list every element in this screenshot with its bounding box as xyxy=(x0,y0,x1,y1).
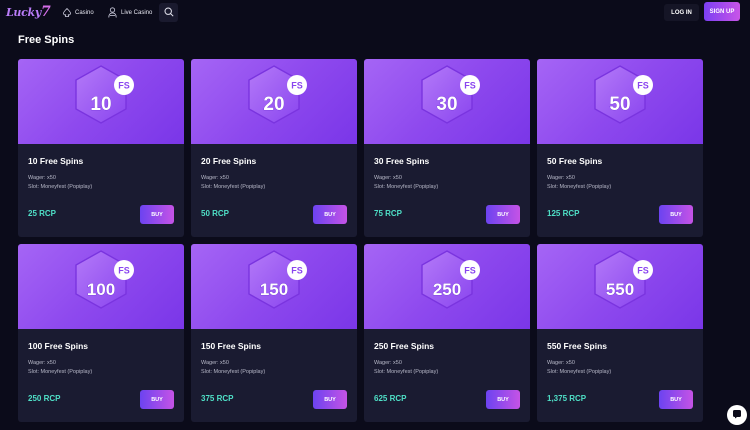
card-image: 100 FS xyxy=(18,244,184,329)
card-amount: 100 xyxy=(87,280,115,299)
fs-hexagon-graphic: 20 FS xyxy=(248,65,307,124)
card-slot: Slot: Moneyfest (Popiplay) xyxy=(547,369,612,375)
fs-hexagon-graphic: 100 FS xyxy=(75,250,134,309)
fs-badge-label: FS xyxy=(464,266,476,276)
free-spins-card[interactable]: 20 FS 20 Free Spins Wager: x50 Slot: Mon… xyxy=(191,59,357,237)
card-amount: 50 xyxy=(609,94,630,115)
card-slot: Slot: Moneyfest (Popiplay) xyxy=(374,369,439,375)
free-spins-card[interactable]: 50 FS 50 Free Spins Wager: x50 Slot: Mon… xyxy=(537,59,703,237)
card-title: 30 Free Spins xyxy=(374,156,430,166)
fs-badge-label: FS xyxy=(291,81,303,91)
fs-badge-label: FS xyxy=(291,266,303,276)
nav-live-casino-label: Live Casino xyxy=(121,9,153,16)
signup-button[interactable]: SIGN UP xyxy=(704,2,740,21)
card-amount: 550 xyxy=(606,280,634,299)
card-title: 20 Free Spins xyxy=(201,156,257,166)
card-title: 10 Free Spins xyxy=(28,156,84,166)
card-image: 550 FS xyxy=(537,244,703,329)
card-price: 375 RCP xyxy=(201,394,234,403)
buy-button[interactable]: BUY xyxy=(140,390,174,409)
card-wager: Wager: x50 xyxy=(28,360,56,366)
card-title: 550 Free Spins xyxy=(547,341,608,351)
card-slot: Slot: Moneyfest (Popiplay) xyxy=(547,184,612,190)
search-icon xyxy=(163,4,174,22)
chat-button[interactable] xyxy=(727,405,747,425)
card-amount: 250 xyxy=(433,280,461,299)
buy-button[interactable]: BUY xyxy=(313,205,347,224)
card-slot: Slot: Moneyfest (Popiplay) xyxy=(201,369,266,375)
fs-hexagon-graphic: 10 FS xyxy=(75,65,134,124)
card-amount: 10 xyxy=(90,94,111,115)
card-amount: 30 xyxy=(436,94,457,115)
buy-button[interactable]: BUY xyxy=(486,390,520,409)
card-wager: Wager: x50 xyxy=(374,175,402,181)
card-image: 10 FS xyxy=(18,59,184,144)
free-spins-card[interactable]: 10 FS 10 Free Spins Wager: x50 Slot: Mon… xyxy=(18,59,184,237)
free-spins-grid: 10 FS 10 Free Spins Wager: x50 Slot: Mon… xyxy=(18,59,703,422)
free-spins-card[interactable]: 150 FS 150 Free Spins Wager: x50 Slot: M… xyxy=(191,244,357,422)
search-button[interactable] xyxy=(159,3,178,22)
card-slot: Slot: Moneyfest (Popiplay) xyxy=(201,184,266,190)
fs-badge-label: FS xyxy=(637,266,649,276)
buy-button[interactable]: BUY xyxy=(140,205,174,224)
free-spins-card[interactable]: 250 FS 250 Free Spins Wager: x50 Slot: M… xyxy=(364,244,530,422)
card-price: 125 RCP xyxy=(547,209,580,218)
card-slot: Slot: Moneyfest (Popiplay) xyxy=(28,184,93,190)
buy-button[interactable]: BUY xyxy=(659,205,693,224)
card-wager: Wager: x50 xyxy=(547,360,575,366)
free-spins-card[interactable]: 550 FS 550 Free Spins Wager: x50 Slot: M… xyxy=(537,244,703,422)
spade-icon xyxy=(63,8,71,17)
card-wager: Wager: x50 xyxy=(547,175,575,181)
login-button[interactable]: LOG IN xyxy=(664,4,699,21)
logo-text: Lucky xyxy=(6,6,41,19)
card-title: 100 Free Spins xyxy=(28,341,89,351)
top-bar: Lucky7 Casino Live Casino LOG IN SIGN UP xyxy=(0,0,750,25)
card-price: 250 RCP xyxy=(28,394,61,403)
nav-casino[interactable]: Casino xyxy=(63,0,94,25)
card-image: 50 FS xyxy=(537,59,703,144)
card-image: 20 FS xyxy=(191,59,357,144)
card-price: 25 RCP xyxy=(28,209,57,218)
card-title: 150 Free Spins xyxy=(201,341,262,351)
buy-button[interactable]: BUY xyxy=(659,390,693,409)
card-image: 250 FS xyxy=(364,244,530,329)
fs-hexagon-graphic: 250 FS xyxy=(421,250,480,309)
card-wager: Wager: x50 xyxy=(201,175,229,181)
free-spins-card[interactable]: 100 FS 100 Free Spins Wager: x50 Slot: M… xyxy=(18,244,184,422)
fs-hexagon-graphic: 50 FS xyxy=(594,65,653,124)
card-wager: Wager: x50 xyxy=(28,175,56,181)
card-title: 50 Free Spins xyxy=(547,156,603,166)
fs-hexagon-graphic: 30 FS xyxy=(421,65,480,124)
fs-hexagon-graphic: 550 FS xyxy=(594,250,653,309)
logo-seven: 7 xyxy=(40,4,51,20)
nav-casino-label: Casino xyxy=(75,9,94,16)
lucky7-logo[interactable]: Lucky7 xyxy=(6,2,51,22)
nav-live-casino[interactable]: Live Casino xyxy=(108,0,152,25)
card-price: 625 RCP xyxy=(374,394,407,403)
fs-badge-label: FS xyxy=(637,81,649,91)
card-image: 30 FS xyxy=(364,59,530,144)
fs-badge-label: FS xyxy=(118,266,130,276)
buy-button[interactable]: BUY xyxy=(486,205,520,224)
card-slot: Slot: Moneyfest (Popiplay) xyxy=(374,184,439,190)
fs-badge-label: FS xyxy=(464,81,476,91)
card-image: 150 FS xyxy=(191,244,357,329)
card-wager: Wager: x50 xyxy=(374,360,402,366)
card-wager: Wager: x50 xyxy=(201,360,229,366)
buy-button[interactable]: BUY xyxy=(313,390,347,409)
free-spins-card[interactable]: 30 FS 30 Free Spins Wager: x50 Slot: Mon… xyxy=(364,59,530,237)
card-price: 75 RCP xyxy=(374,209,403,218)
fs-hexagon-graphic: 150 FS xyxy=(248,250,307,309)
section-title: Free Spins xyxy=(18,34,75,46)
fs-badge-label: FS xyxy=(118,81,130,91)
chat-icon xyxy=(732,406,742,424)
card-amount: 20 xyxy=(263,94,284,115)
dealer-icon xyxy=(108,7,117,18)
card-price: 1,375 RCP xyxy=(547,394,587,403)
card-amount: 150 xyxy=(260,280,288,299)
card-price: 50 RCP xyxy=(201,209,230,218)
card-title: 250 Free Spins xyxy=(374,341,435,351)
card-slot: Slot: Moneyfest (Popiplay) xyxy=(28,369,93,375)
